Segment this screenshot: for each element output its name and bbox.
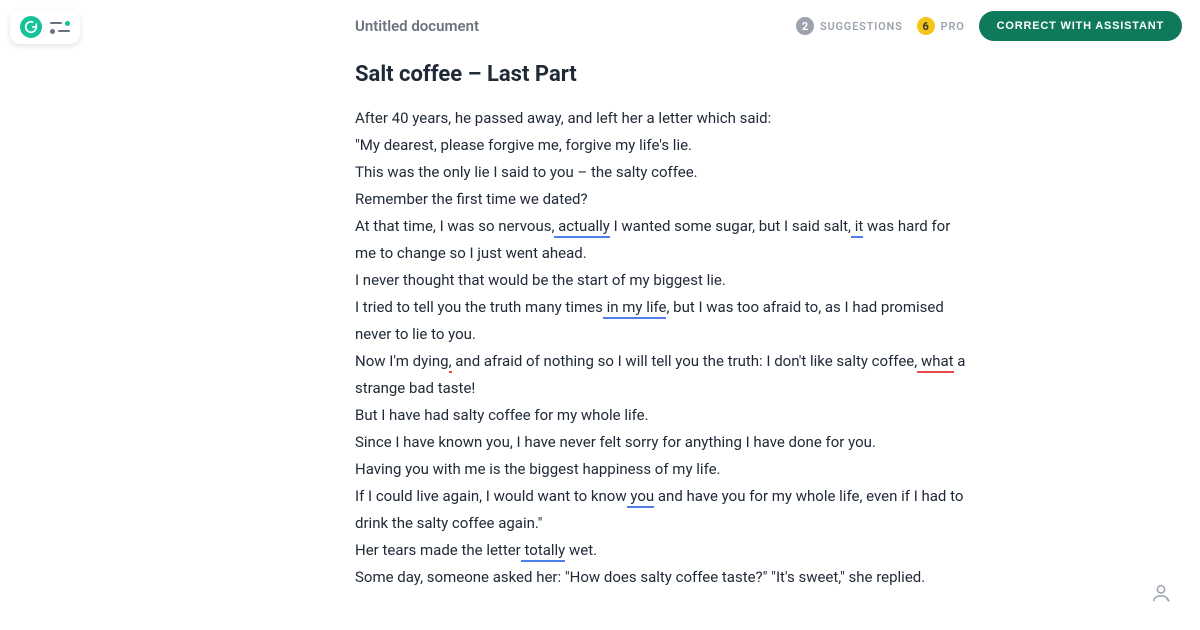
text-span: wet. <box>565 541 597 559</box>
document-heading: Salt coffee – Last Part <box>355 62 975 87</box>
header-bar: Untitled document 2 SUGGESTIONS 6 PRO CO… <box>0 0 1200 52</box>
suggestions-count-badge: 2 <box>796 17 814 35</box>
text-line: After 40 years, he passed away, and left… <box>355 109 771 127</box>
suggestions-group[interactable]: 2 SUGGESTIONS <box>796 17 903 35</box>
text-line: But I have had salty coffee for my whole… <box>355 406 649 424</box>
suggestion-underline[interactable]: actually <box>554 217 609 238</box>
text-line: Since I have known you, I have never fel… <box>355 433 876 451</box>
text-line: I never thought that would be the start … <box>355 271 726 289</box>
text-line: Having you with me is the biggest happin… <box>355 460 721 478</box>
text-span: I tried to tell you the truth many times <box>355 298 603 316</box>
header-actions: 2 SUGGESTIONS 6 PRO CORRECT WITH ASSISTA… <box>796 11 1182 41</box>
pro-group[interactable]: 6 PRO <box>917 17 965 35</box>
suggestions-label: SUGGESTIONS <box>820 20 903 33</box>
text-span: and afraid of nothing so I will tell you… <box>452 352 918 370</box>
suggestion-underline[interactable]: totally <box>521 541 566 562</box>
pro-count-badge: 6 <box>917 17 935 35</box>
document-title[interactable]: Untitled document <box>355 17 796 35</box>
text-span: At that time, I was so nervous, <box>355 217 554 235</box>
suggestion-underline[interactable]: it <box>851 217 863 238</box>
text-line: Remember the first time we dated? <box>355 190 588 208</box>
document-body[interactable]: After 40 years, he passed away, and left… <box>355 105 975 591</box>
user-avatar-icon[interactable] <box>1150 582 1172 608</box>
suggestion-underline[interactable]: in my life <box>603 298 667 319</box>
suggestion-underline[interactable]: you <box>627 487 655 508</box>
text-span: I wanted some sugar, but I said salt, <box>610 217 851 235</box>
text-line: Some day, someone asked her: "How does s… <box>355 568 925 586</box>
text-span: Her tears made the letter <box>355 541 521 559</box>
document-editor[interactable]: Salt coffee – Last Part After 40 years, … <box>355 62 975 591</box>
correct-with-assistant-button[interactable]: CORRECT WITH ASSISTANT <box>979 11 1182 41</box>
error-underline[interactable]: what <box>917 352 953 373</box>
text-line: "My dearest, please forgive me, forgive … <box>355 136 692 154</box>
text-span: If I could live again, I would want to k… <box>355 487 627 505</box>
pro-label: PRO <box>941 20 965 33</box>
text-span: Now I'm dying <box>355 352 449 370</box>
text-line: This was the only lie I said to you – th… <box>355 163 698 181</box>
